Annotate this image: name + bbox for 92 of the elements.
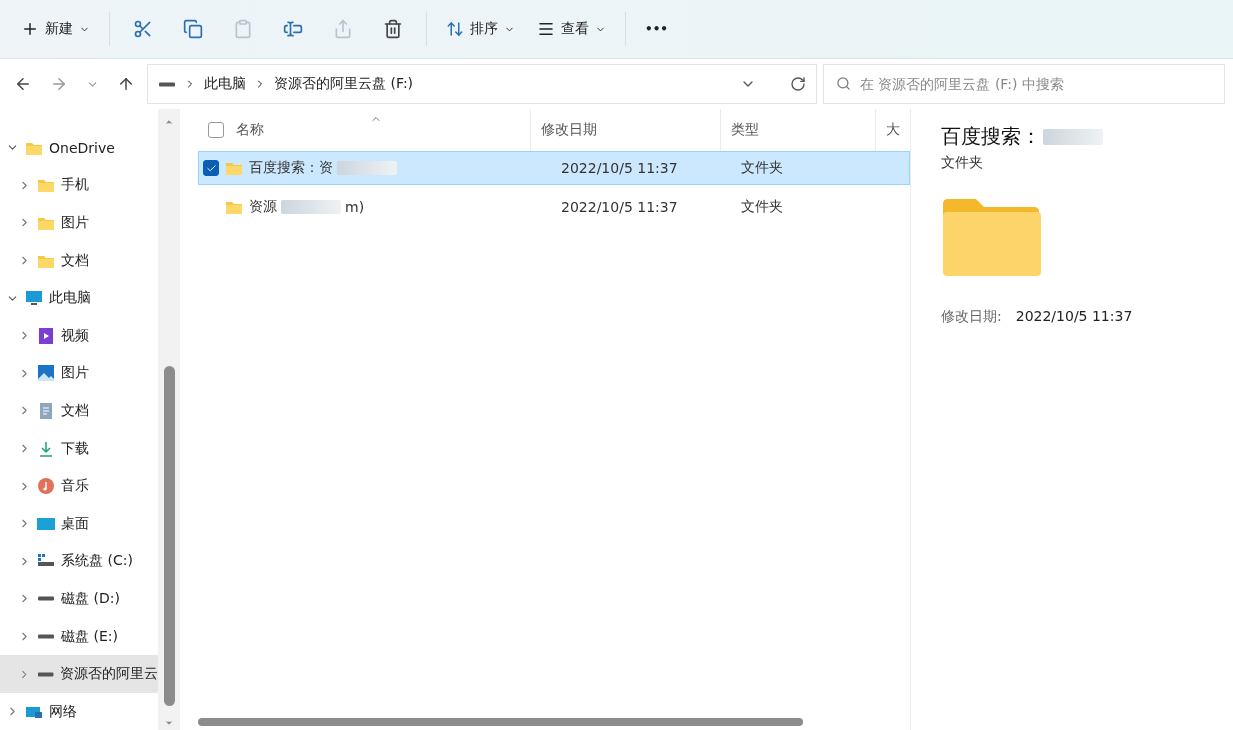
sidebar-item[interactable]: 图片 bbox=[0, 204, 158, 242]
breadcrumb[interactable]: 资源否的阿里云盘 (F:) bbox=[274, 75, 414, 93]
cut-icon bbox=[133, 19, 153, 39]
redaction-blur bbox=[337, 161, 397, 175]
sidebar-item[interactable]: 桌面 bbox=[0, 504, 158, 543]
new-button[interactable]: 新建 bbox=[12, 11, 99, 47]
sidebar-label: 音乐 bbox=[61, 477, 89, 496]
sidebar-label: 下载 bbox=[61, 439, 89, 458]
folder-icon bbox=[37, 177, 55, 194]
redaction-blur bbox=[281, 200, 341, 214]
redaction-blur bbox=[1043, 128, 1103, 145]
sidebar-item[interactable]: 手机 bbox=[0, 166, 158, 205]
lines-icon bbox=[537, 20, 555, 38]
file-row[interactable]: 百度搜索：资 2022/10/5 11:37 文件夹 bbox=[198, 151, 910, 185]
sidebar-item[interactable]: OneDrive bbox=[0, 129, 158, 167]
drive-icon bbox=[37, 634, 55, 639]
scrollbar[interactable] bbox=[158, 109, 180, 730]
sidebar-item[interactable]: 系统盘 (C:) bbox=[0, 542, 158, 581]
file-name: 资源 m) bbox=[249, 198, 365, 216]
search-icon bbox=[836, 76, 851, 91]
type-cell-text: 文件夹 bbox=[740, 198, 784, 216]
sort-button[interactable]: 排序 bbox=[437, 11, 524, 47]
sidebar-item[interactable]: 下载 bbox=[0, 429, 158, 468]
copy-icon bbox=[183, 19, 203, 39]
view-button[interactable]: 查看 bbox=[528, 11, 615, 47]
sidebar-label: 资源否的阿里云 bbox=[60, 665, 158, 684]
desktop-icon bbox=[37, 515, 55, 532]
sidebar-label: 图片 bbox=[61, 214, 89, 232]
checkbox[interactable] bbox=[203, 160, 219, 176]
sidebar-item[interactable]: 文档 bbox=[0, 241, 158, 280]
sidebar-item[interactable]: 磁盘 (D:) bbox=[0, 580, 158, 618]
sidebar-label: 桌面 bbox=[61, 514, 89, 533]
folder-icon bbox=[225, 160, 243, 176]
select-all-checkbox[interactable] bbox=[208, 122, 224, 138]
folder-icon bbox=[225, 199, 243, 215]
file-row[interactable]: 资源 m) 2022/10/5 11:37 文件夹 bbox=[198, 190, 910, 224]
sidebar-item[interactable]: 视频 bbox=[0, 316, 158, 355]
share-icon bbox=[333, 19, 353, 39]
sort-icon bbox=[446, 20, 464, 38]
details-type: 文件夹 bbox=[941, 154, 984, 172]
sidebar-label: 文档 bbox=[61, 401, 89, 420]
video-icon bbox=[37, 327, 55, 344]
modified-value: 2022/10/5 11:37 bbox=[1015, 308, 1133, 326]
scrollbar[interactable] bbox=[198, 718, 803, 726]
sidebar-item[interactable]: 此电脑 bbox=[0, 279, 158, 317]
plus-icon bbox=[21, 20, 39, 38]
breadcrumb[interactable]: 此电脑 bbox=[204, 75, 246, 93]
image-icon bbox=[37, 365, 55, 382]
download-icon bbox=[37, 440, 55, 457]
rename-icon bbox=[283, 19, 303, 39]
sidebar-label: 视频 bbox=[61, 326, 89, 345]
search-field[interactable]: 在 资源否的阿里云盘 (F:) 中搜索 bbox=[823, 64, 1225, 104]
refresh-icon[interactable] bbox=[790, 76, 806, 92]
sidebar-item[interactable]: 文档 bbox=[0, 392, 158, 430]
music-icon bbox=[37, 478, 55, 495]
folder-icon bbox=[941, 198, 1041, 278]
date-cell-text: 2022/10/5 11:37 bbox=[560, 199, 679, 215]
paste-icon bbox=[233, 19, 253, 39]
monitor-icon bbox=[25, 290, 43, 307]
sidebar-item[interactable]: 图片 bbox=[0, 354, 158, 393]
drive-icon bbox=[36, 671, 54, 677]
scroll-down-icon[interactable] bbox=[164, 718, 174, 728]
scrollbar-thumb[interactable] bbox=[163, 366, 175, 706]
sidebar-label: 此电脑 bbox=[49, 289, 91, 308]
sidebar-item[interactable]: 网络 bbox=[0, 692, 158, 730]
delete-icon bbox=[383, 19, 403, 39]
drive-icon bbox=[37, 596, 55, 602]
check-icon bbox=[205, 162, 217, 174]
sidebar-label: 磁盘 (E:) bbox=[61, 627, 118, 646]
sidebar-label: OneDrive bbox=[49, 139, 115, 156]
scroll-up-icon[interactable] bbox=[164, 117, 174, 127]
sidebar-label: 文档 bbox=[61, 251, 89, 270]
sidebar-item[interactable]: 资源否的阿里云 bbox=[0, 655, 158, 693]
more-button[interactable]: ••• bbox=[636, 11, 677, 47]
document-icon bbox=[37, 402, 55, 419]
sidebar-label: 网络 bbox=[49, 702, 77, 721]
details-title: 百度搜索： bbox=[941, 123, 1041, 150]
date-cell-text: 2022/10/5 11:37 bbox=[560, 160, 679, 176]
file-name: 百度搜索：资 bbox=[249, 159, 397, 177]
address-bar[interactable]: 此电脑 资源否的阿里云盘 (F:) bbox=[147, 64, 817, 104]
sidebar-label: 磁盘 (D:) bbox=[61, 589, 120, 608]
sidebar-label: 系统盘 (C:) bbox=[61, 552, 133, 571]
column-header[interactable]: 名称 bbox=[180, 109, 530, 151]
sidebar-label: 手机 bbox=[61, 176, 89, 195]
arrow-right-icon bbox=[50, 75, 68, 93]
sidebar-item[interactable]: 音乐 bbox=[0, 467, 158, 505]
sidebar-item[interactable]: 磁盘 (E:) bbox=[0, 617, 158, 656]
drive-icon bbox=[158, 81, 176, 87]
sidebar-label: 图片 bbox=[61, 364, 89, 383]
modified-label: 修改日期: bbox=[941, 308, 1002, 326]
type-cell-text: 文件夹 bbox=[740, 159, 784, 177]
folder-icon bbox=[37, 215, 55, 231]
